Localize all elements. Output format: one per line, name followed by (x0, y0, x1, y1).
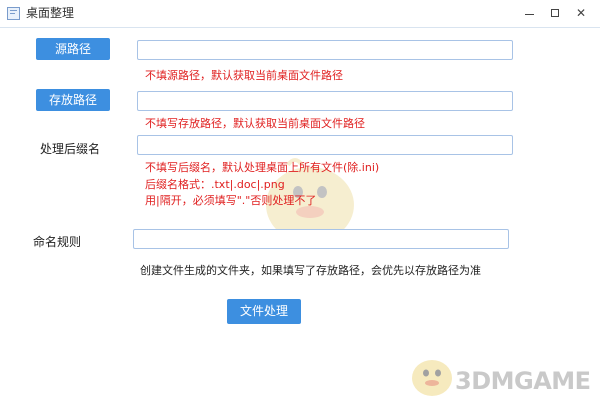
suffix-input[interactable] (137, 135, 513, 155)
suffix-hint-1: 不填写后缀名，默认处理桌面上所有文件(除.ini) (145, 161, 380, 174)
process-files-button[interactable]: 文件处理 (227, 299, 301, 324)
app-window: 桌面整理 ✕ 源路径 不填源路径，默认获取当前桌面文件路径 存放路径 不填写存放… (0, 0, 600, 400)
window-title: 桌面整理 (26, 6, 75, 20)
naming-rule-label: 命名规则 (33, 235, 82, 249)
maximize-icon[interactable] (546, 4, 564, 22)
suffix-label: 处理后缀名 (40, 142, 101, 156)
naming-rule-input[interactable] (133, 229, 509, 249)
brand-watermark-text: 3DMGAME (455, 367, 591, 395)
close-icon[interactable]: ✕ (572, 4, 590, 22)
minimize-icon[interactable] (520, 4, 538, 22)
target-path-button[interactable]: 存放路径 (36, 89, 110, 111)
app-icon (7, 7, 20, 20)
source-path-hint: 不填源路径，默认获取当前桌面文件路径 (145, 69, 343, 82)
target-path-input[interactable] (137, 91, 513, 111)
source-path-input[interactable] (137, 40, 513, 60)
title-bar[interactable]: 桌面整理 ✕ (0, 0, 600, 28)
naming-rule-note: 创建文件生成的文件夹，如果填写了存放路径，会优先以存放路径为准 (140, 264, 481, 277)
brand-logo-icon (412, 360, 452, 396)
target-path-hint: 不填写存放路径，默认获取当前桌面文件路径 (145, 117, 365, 130)
suffix-hint-3: 用|隔开，必须填写"."否则处理不了 (145, 194, 317, 207)
source-path-button[interactable]: 源路径 (36, 38, 110, 60)
suffix-hint-2: 后缀名格式：.txt|.doc|.png (145, 178, 285, 191)
